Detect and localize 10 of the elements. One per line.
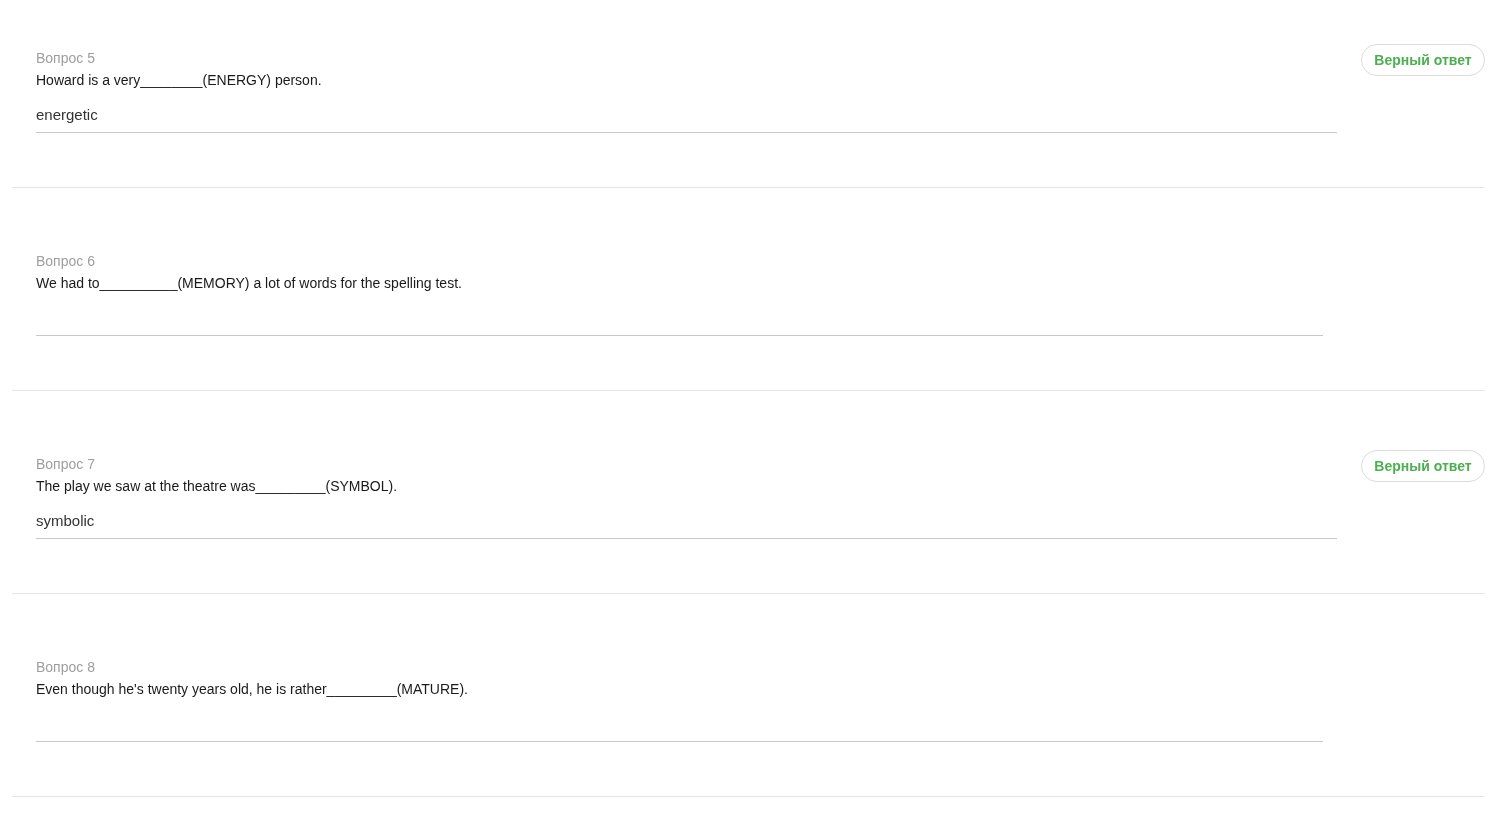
- question-number: Вопрос 7: [36, 457, 95, 471]
- question-number: Вопрос 5: [36, 51, 95, 65]
- question-text: Howard is a very________(ENERGY) person.: [36, 72, 322, 88]
- question-number: Вопрос 6: [36, 254, 95, 268]
- question-text: Even though he's twenty years old, he is rather_________(MATURE).: [36, 681, 468, 697]
- answer-field[interactable]: energetic: [36, 102, 1337, 133]
- question-text: The play we saw at the theatre was_________(SYMBOL).: [36, 478, 398, 494]
- question-number: Вопрос 8: [36, 660, 95, 674]
- question-text: We had to__________(MEMORY) a lot of words for the spelling test.: [36, 275, 462, 291]
- answer-field[interactable]: symbolic: [36, 508, 1337, 539]
